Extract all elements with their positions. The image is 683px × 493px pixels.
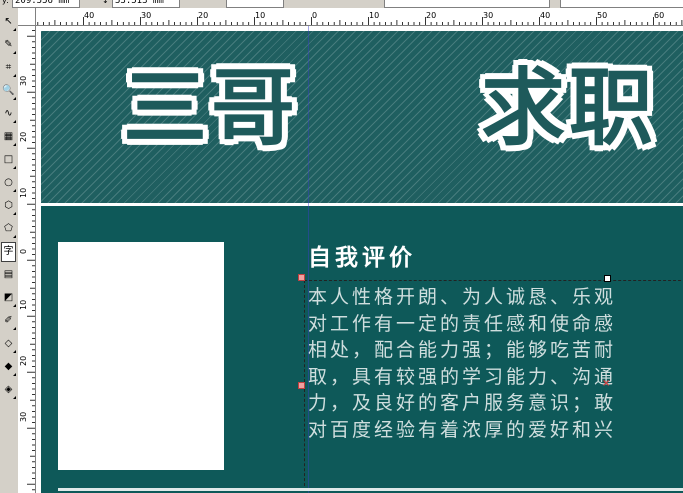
ellipse-tool-icon[interactable]: ○	[1, 173, 16, 193]
interactive-tool-icon[interactable]: ◩	[1, 288, 16, 308]
height-icon: ↕	[102, 0, 109, 5]
table-tool-icon[interactable]: ▤	[1, 265, 16, 285]
ruler-label: 30	[483, 11, 493, 20]
flyout-corner-icon	[13, 120, 16, 123]
toolbox: ↖ ✎ ⌗ 🔍 ∿ ▦ □ ○ ⬡ ⬠ 字 ▤ ◩ ✐ ◇ ◆ ◈	[0, 8, 19, 493]
ruler-label: 20	[198, 11, 208, 20]
text-line[interactable]: 本人性格开朗、为人诚恳、乐观	[308, 284, 683, 311]
ruler-label: 30	[141, 11, 151, 20]
selection-handle-top-left[interactable]	[298, 274, 305, 281]
ruler-label: 10	[255, 11, 265, 20]
interactive-fill-tool-icon[interactable]: ◈	[1, 380, 16, 400]
text-line[interactable]: 对工作有一定的责任感和使命感	[308, 311, 683, 338]
title-name[interactable]: 三哥	[123, 41, 299, 162]
ruler-origin[interactable]	[18, 8, 36, 26]
title-job-seeking[interactable]: 求职	[481, 41, 657, 162]
content-divider	[58, 488, 683, 491]
flyout-corner-icon	[13, 74, 16, 77]
flyout-corner-icon	[13, 51, 16, 54]
ruler-label: 60	[654, 11, 664, 20]
basic-shapes-tool-icon[interactable]: ⬠	[1, 219, 16, 239]
shape-tool-icon[interactable]: ✎	[1, 35, 16, 55]
toolbar-field-3[interactable]	[226, 0, 284, 8]
vertical-ruler[interactable]: 30 20 10 0 10 20 30	[18, 25, 36, 493]
flyout-corner-icon	[13, 373, 16, 376]
flyout-corner-icon	[13, 396, 16, 399]
freehand-tool-icon[interactable]: ∿	[1, 104, 16, 124]
text-line[interactable]: 对百度经验有着浓厚的爱好和兴	[308, 417, 683, 444]
text-line[interactable]: 取，具有较强的学习能力、沟通	[308, 364, 683, 391]
font-size-field[interactable]	[560, 0, 683, 8]
flyout-corner-icon	[13, 212, 16, 215]
ruler-label: 20	[19, 356, 28, 366]
text-line[interactable]: 力，及良好的客户服务意识；敢	[308, 390, 683, 417]
flyout-corner-icon	[13, 166, 16, 169]
ruler-label: 40	[84, 11, 94, 20]
ruler-label: 10	[369, 11, 379, 20]
ruler-label: 10	[19, 300, 28, 310]
ruler-label: 10	[19, 188, 28, 198]
selection-handle-top[interactable]	[604, 275, 611, 282]
flyout-corner-icon	[13, 350, 16, 353]
ruler-label: 0	[19, 249, 28, 254]
eyedropper-tool-icon[interactable]: ✐	[1, 311, 16, 331]
polygon-tool-icon[interactable]: ⬡	[1, 196, 16, 216]
selection-handle-left[interactable]	[298, 382, 305, 389]
ruler-label: 0	[312, 11, 317, 20]
y-position-field[interactable]: 209.556 mm	[12, 0, 80, 8]
font-name-field[interactable]	[384, 0, 550, 8]
ruler-label: 40	[540, 11, 550, 20]
crop-tool-icon[interactable]: ⌗	[1, 58, 16, 78]
header-banner[interactable]: 三哥 求职	[41, 31, 683, 203]
photo-placeholder[interactable]	[58, 242, 224, 470]
vertical-ruler-ticks: 30 20 10 0 10 20 30	[19, 25, 35, 491]
height-field[interactable]: 53.513 mm	[112, 0, 180, 8]
flyout-corner-icon	[13, 189, 16, 192]
ruler-label: 30	[19, 412, 28, 422]
ruler-label: 50	[597, 11, 607, 20]
zoom-tool-icon[interactable]: 🔍	[1, 81, 16, 101]
flyout-corner-icon	[13, 327, 16, 330]
flyout-corner-icon	[13, 28, 16, 31]
pick-tool-icon[interactable]: ↖	[1, 12, 16, 32]
ruler-label: 20	[426, 11, 436, 20]
horizontal-ruler-ticks: 40 30 20 10 0 10 20 30 40 50 60	[20, 11, 683, 25]
text-line[interactable]: 相处，配合能力强；能够吃苦耐	[308, 337, 683, 364]
ruler-label: 30	[19, 76, 28, 86]
flyout-corner-icon	[13, 304, 16, 307]
flyout-corner-icon	[13, 235, 16, 238]
flyout-corner-icon	[13, 143, 16, 146]
ruler-label: 20	[19, 132, 28, 142]
y-label: y:	[2, 0, 9, 5]
section-title[interactable]: 自我评价	[308, 238, 416, 272]
text-tool-icon[interactable]: 字	[1, 242, 16, 262]
flyout-corner-icon	[13, 97, 16, 100]
rectangle-tool-icon[interactable]: □	[1, 150, 16, 170]
self-evaluation-text[interactable]: 本人性格开朗、为人诚恳、乐观 对工作有一定的责任感和使命感 相处，配合能力强；能够吃…	[308, 284, 683, 443]
fill-tool-icon[interactable]: ◆	[1, 357, 16, 377]
rotation-center-marker[interactable]: ×	[602, 378, 610, 389]
outline-tool-icon[interactable]: ◇	[1, 334, 16, 354]
horizontal-ruler[interactable]: 40 30 20 10 0 10 20 30 40 50 60	[18, 8, 683, 26]
smart-fill-tool-icon[interactable]: ▦	[1, 127, 16, 147]
drawing-canvas[interactable]: 三哥 求职 自我评价 本人性格开朗、为人诚恳、乐观 对工作有一定的责任感和使命感相…	[36, 26, 683, 493]
